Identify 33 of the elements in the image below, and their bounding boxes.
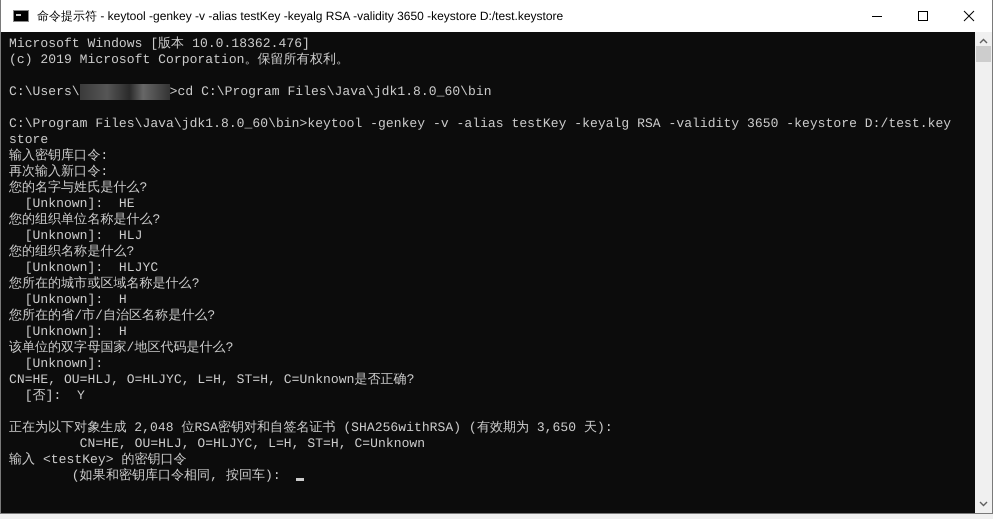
maximize-icon (917, 10, 929, 22)
text-cursor (296, 478, 304, 481)
console-line: 该单位的双字母国家/地区代码是什么? (9, 340, 234, 356)
console-line: 您的组织单位名称是什么? (9, 212, 160, 228)
console-line: 您所在的省/市/自治区名称是什么? (9, 308, 216, 324)
console-line: 您的名字与姓氏是什么? (9, 180, 148, 196)
console-line: [否]: Y (24, 388, 85, 404)
console-line: C:\Users\ (9, 84, 80, 100)
console-line: store (9, 132, 48, 148)
console-line: (如果和密钥库口令相同, 按回车): (70, 468, 282, 484)
scrollbar-thumb[interactable] (976, 46, 991, 62)
console-line: [Unknown]: (24, 356, 104, 372)
console-line: 再次输入新口令: (9, 164, 108, 180)
console-line: 您的组织名称是什么? (9, 244, 134, 260)
console-line: C:\Program Files\Java\jdk1.8.0_60\bin>keytool -genkey -v -alias testKey -keyalg RSA -validity 3650 -keystore D:/test.key (9, 116, 952, 132)
console-line: [Unknown]: H (24, 292, 127, 308)
console-line: CN=HE, OU=HLJ, O=HLJYC, L=H, ST=H, C=Unknown (78, 436, 426, 452)
close-icon (963, 10, 975, 22)
console-line: [Unknown]: HE (24, 196, 135, 212)
console-line: 正在为以下对象生成 2,048 位RSA密钥对和自签名证书 (SHA256withRSA) (有效期为 3,650 天): (9, 420, 613, 436)
scrollbar[interactable] (975, 32, 992, 513)
console-line: 输入密钥库口令: (9, 148, 108, 164)
console-line: CN=HE, OU=HLJ, O=HLJYC, L=H, ST=H, C=Unknown是否正确? (9, 372, 415, 388)
console-app-icon (13, 10, 29, 22)
window-title: 命令提示符 - keytool -genkey -v -alias testKey -keyalg RSA -validity 3650 -keystore D:/test.keystore (37, 8, 564, 24)
console-line: 输入 <testKey> 的密钥口令 (9, 452, 187, 468)
console-line: 您所在的城市或区域名称是什么? (9, 276, 200, 292)
console-line: [Unknown]: HLJ (24, 228, 142, 244)
console-line: (c) 2019 Microsoft Corporation。保留所有权利。 (9, 52, 349, 68)
console-line: >cd C:\Program Files\Java\jdk1.8.0_60\bin (170, 84, 492, 100)
console-line: [Unknown]: HLJYC (24, 260, 158, 276)
console-line: Microsoft Windows [版本 10.0.18362.476] (9, 36, 310, 52)
console-line: [Unknown]: H (24, 324, 127, 340)
